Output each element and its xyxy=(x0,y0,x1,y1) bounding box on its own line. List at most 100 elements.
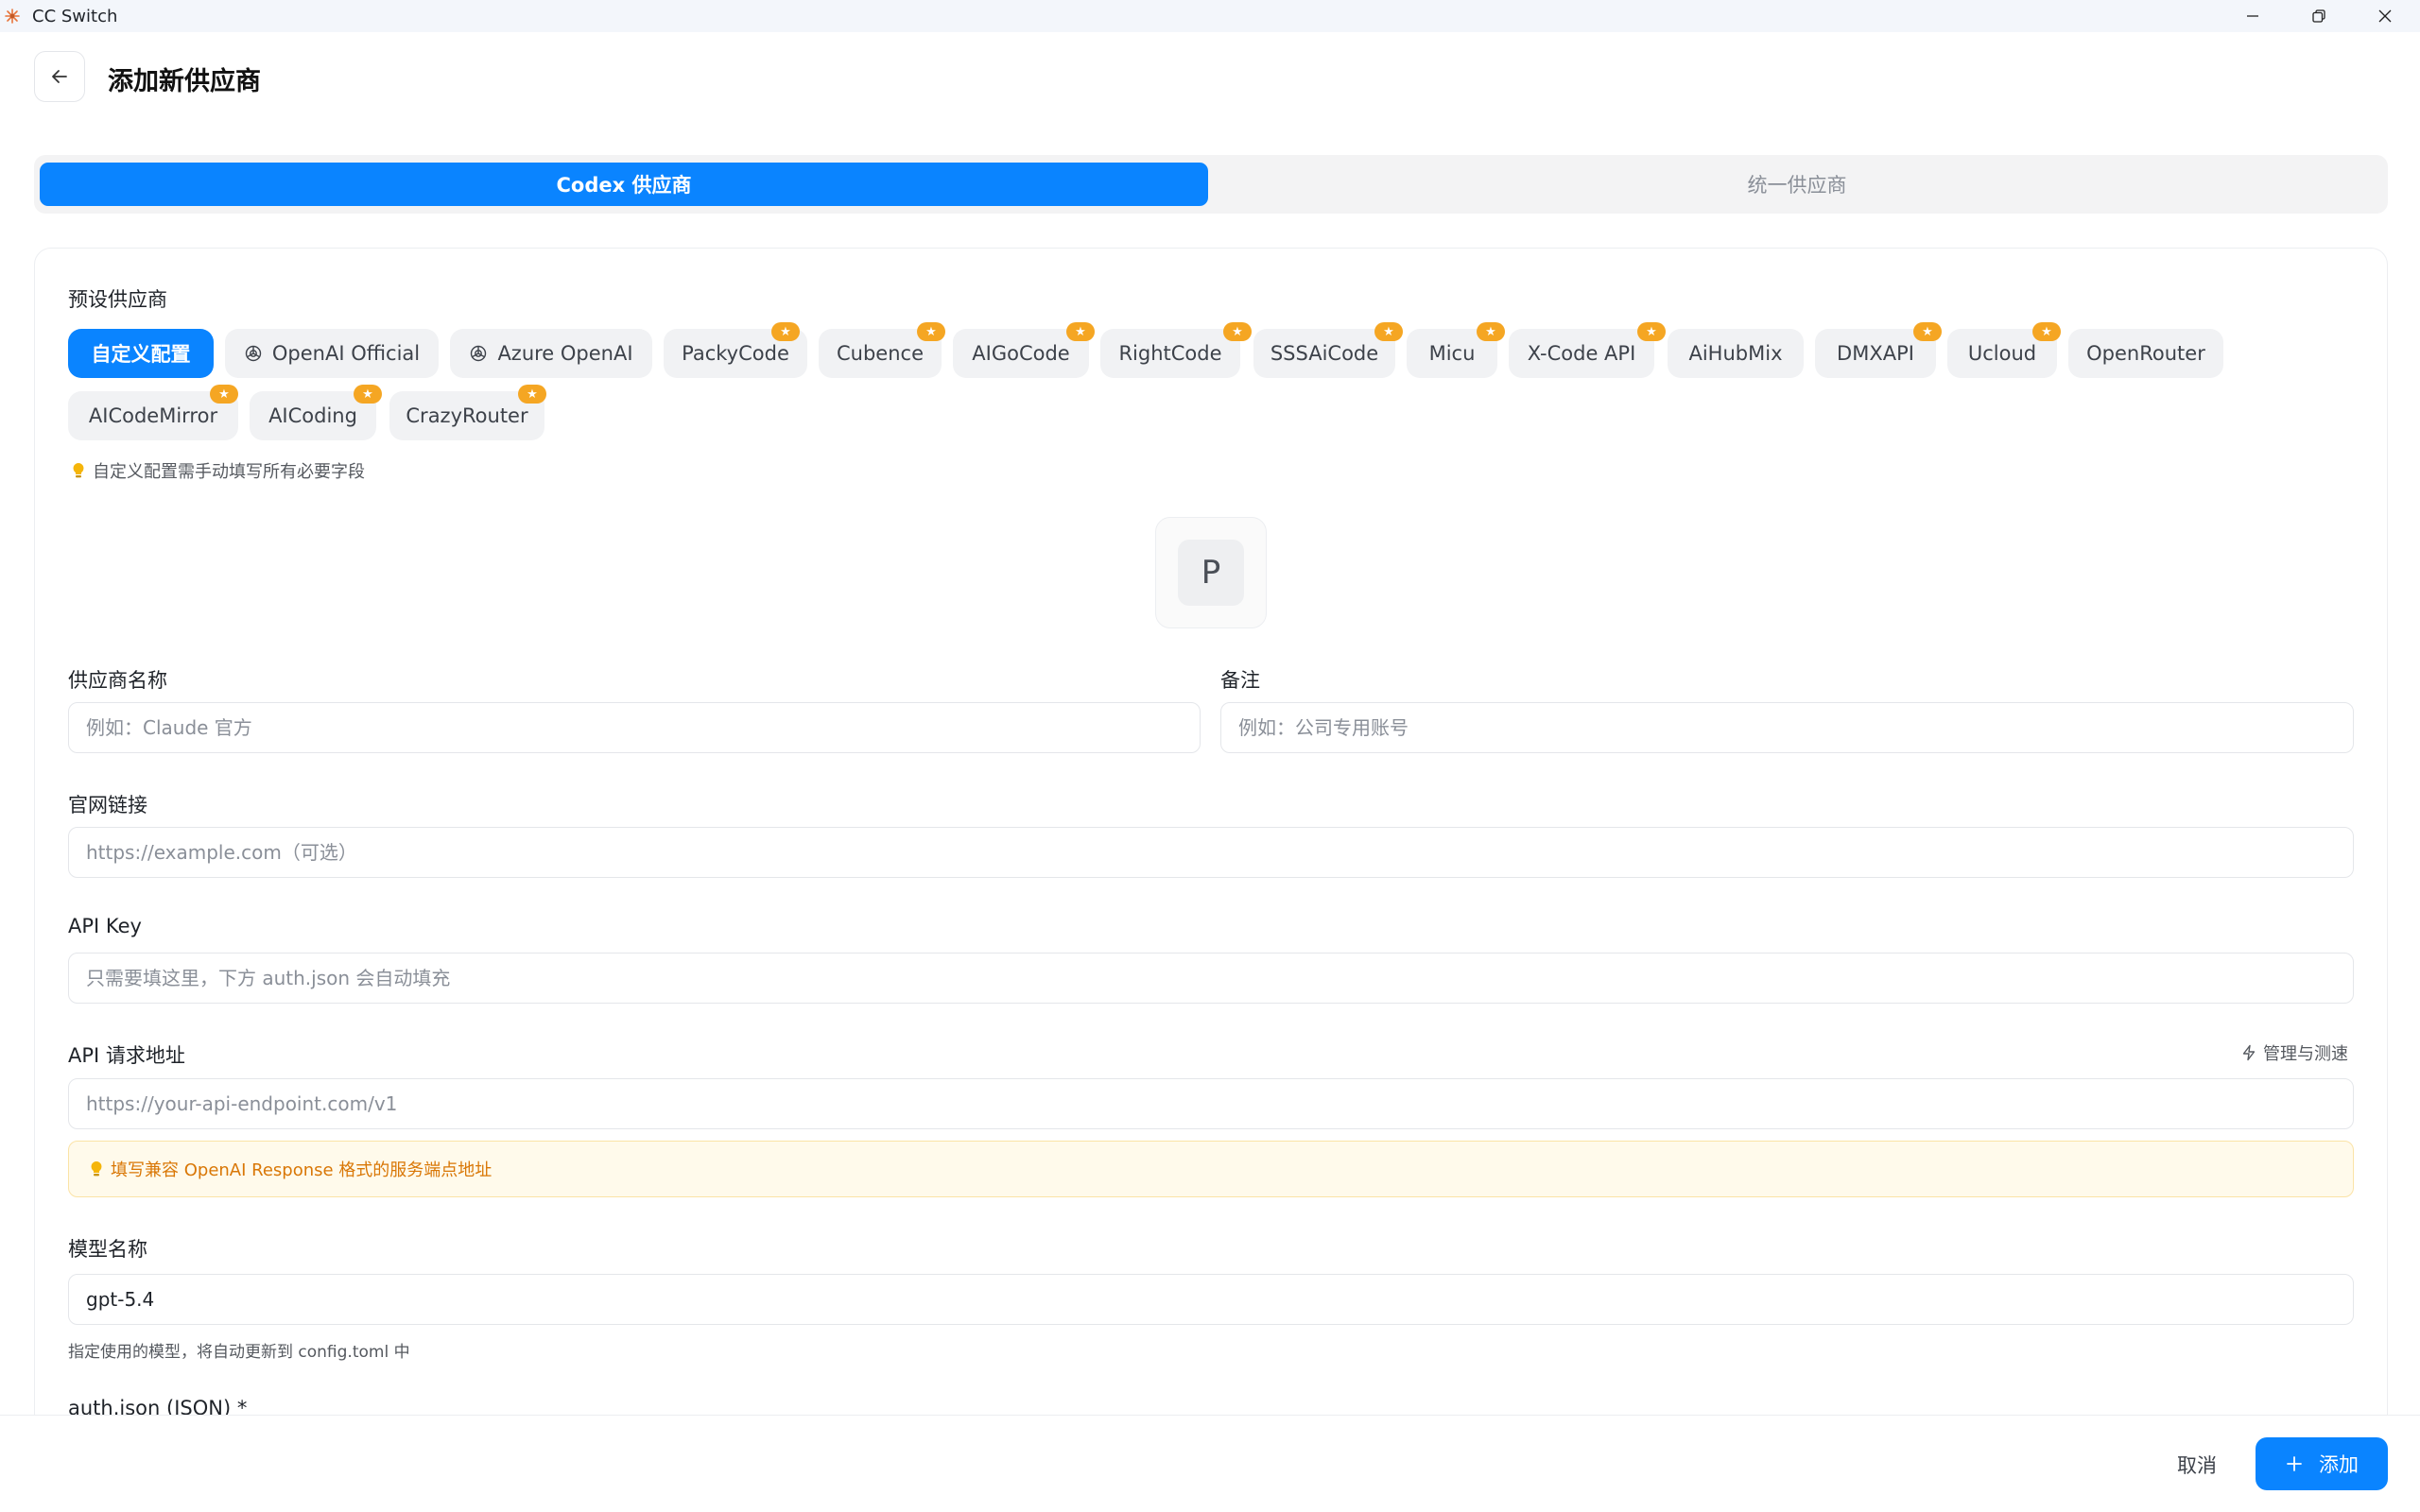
app-logo-icon xyxy=(5,9,20,24)
footer-bar xyxy=(0,1415,2420,1512)
avatar: P xyxy=(1178,540,1244,606)
star-badge: ★ xyxy=(771,322,800,341)
tab-unified-provider[interactable]: 统一供应商 xyxy=(1212,163,2382,206)
api-key-label: API Key xyxy=(68,915,142,937)
preset-chip-rightcode[interactable]: RightCode ★ xyxy=(1100,322,1252,378)
provider-icon-picker[interactable]: P xyxy=(1155,517,1267,628)
preset-chip-x-code-api[interactable]: X-Code API ★ xyxy=(1509,322,1666,378)
preset-chip-label: AIGoCode xyxy=(972,342,1070,365)
api-key-input[interactable] xyxy=(68,953,2354,1004)
endpoint-warning-text: 填写兼容 OpenAI Response 格式的服务端点地址 xyxy=(111,1160,493,1180)
preset-hint-text: 自定义配置需手动填写所有必要字段 xyxy=(93,462,365,482)
preset-chip-aicoding[interactable]: AICoding ★ xyxy=(250,385,382,440)
preset-chip-label: Micu xyxy=(1428,342,1476,365)
provider-name-input[interactable] xyxy=(68,702,1201,753)
preset-chip-label: OpenAI Official xyxy=(271,342,421,365)
endpoint-label: API 请求地址 xyxy=(68,1044,185,1067)
star-icon: ★ xyxy=(1075,324,1086,339)
title-bar: CC Switch xyxy=(0,0,2420,32)
star-icon: ★ xyxy=(925,324,937,339)
star-badge: ★ xyxy=(354,385,382,404)
star-badge: ★ xyxy=(210,385,238,404)
tab-codex-provider[interactable]: Codex 供应商 xyxy=(40,163,1208,206)
preset-chip-label: AiHubMix xyxy=(1688,342,1783,365)
preset-chip-packycode[interactable]: PackyCode ★ xyxy=(664,322,807,378)
preset-chip-label: RightCode xyxy=(1118,342,1222,365)
star-badge: ★ xyxy=(2032,322,2061,341)
lightbulb-icon xyxy=(73,463,84,478)
preset-chip-sssaicode[interactable]: SSSAiCode ★ xyxy=(1253,322,1403,378)
preset-hint: 自定义配置需手动填写所有必要字段 xyxy=(72,458,365,483)
star-badge: ★ xyxy=(518,385,546,404)
preset-chip-crazyrouter[interactable]: CrazyRouter ★ xyxy=(389,385,546,440)
preset-chip-openrouter[interactable]: OpenRouter xyxy=(2068,329,2223,378)
model-label: 模型名称 xyxy=(68,1238,147,1261)
note-label: 备注 xyxy=(1220,669,1260,692)
star-badge: ★ xyxy=(1223,322,1252,341)
preset-chip-label: 自定义配置 xyxy=(91,343,191,366)
preset-chip-label: OpenRouter xyxy=(2086,342,2205,365)
star-icon: ★ xyxy=(362,387,373,402)
arrow-left-icon xyxy=(52,70,67,83)
back-button[interactable] xyxy=(34,51,85,102)
add-button-label: 添加 xyxy=(2319,1453,2359,1476)
star-badge: ★ xyxy=(1637,322,1666,341)
star-icon: ★ xyxy=(780,324,791,339)
preset-chip-aihubmix[interactable]: AiHubMix xyxy=(1668,329,1804,378)
note-input[interactable] xyxy=(1220,702,2354,753)
preset-chip-aigocode[interactable]: AIGoCode ★ xyxy=(953,322,1095,378)
minimize-button[interactable] xyxy=(2220,0,2286,32)
preset-chip-cubence[interactable]: Cubence ★ xyxy=(819,322,945,378)
preset-chip-custom[interactable]: 自定义配置 xyxy=(68,329,214,378)
openai-icon xyxy=(471,345,487,362)
preset-chip-dmxapi[interactable]: DMXAPI ★ xyxy=(1815,322,1942,378)
avatar-letter: P xyxy=(1201,554,1221,592)
plus-icon xyxy=(2287,1456,2302,1471)
star-badge: ★ xyxy=(917,322,945,341)
window-title: CC Switch xyxy=(32,7,118,26)
openai-icon xyxy=(245,345,262,362)
lightning-icon xyxy=(2242,1044,2256,1061)
preset-chip-label: SSSAiCode xyxy=(1270,342,1379,365)
endpoint-warning: 填写兼容 OpenAI Response 格式的服务端点地址 xyxy=(68,1141,2354,1197)
website-label: 官网链接 xyxy=(68,794,147,816)
preset-chip-label: CrazyRouter xyxy=(406,404,528,427)
star-icon: ★ xyxy=(2041,324,2052,339)
close-button[interactable] xyxy=(2352,0,2418,32)
preset-chip-openai-official[interactable]: OpenAI Official xyxy=(225,329,439,378)
preset-chip-label: PackyCode xyxy=(682,342,789,365)
preset-chip-label: DMXAPI xyxy=(1837,342,1914,365)
star-badge: ★ xyxy=(1913,322,1942,341)
lightbulb-icon xyxy=(91,1161,102,1177)
preset-chip-label: X-Code API xyxy=(1527,342,1636,365)
restore-button[interactable] xyxy=(2286,0,2352,32)
manage-speedtest-button[interactable]: 管理与测速 xyxy=(2240,1040,2348,1065)
star-badge: ★ xyxy=(1477,322,1505,341)
preset-chip-azure-openai[interactable]: Azure OpenAI xyxy=(450,329,652,378)
preset-chip-ucloud[interactable]: Ucloud ★ xyxy=(1947,322,2061,378)
restore-icon xyxy=(2312,9,2325,23)
minimize-icon xyxy=(2247,15,2258,17)
star-badge: ★ xyxy=(1374,322,1403,341)
star-icon: ★ xyxy=(1232,324,1243,339)
star-badge: ★ xyxy=(1066,322,1095,341)
provider-name-label: 供应商名称 xyxy=(68,669,167,692)
preset-chip-label: Cubence xyxy=(837,342,924,365)
cancel-button[interactable]: 取消 xyxy=(2150,1440,2244,1489)
preset-chip-label: Azure OpenAI xyxy=(497,342,633,365)
star-icon: ★ xyxy=(1646,324,1657,339)
preset-chip-aicodemirror[interactable]: AICodeMirror ★ xyxy=(68,385,238,440)
model-helper-text: 指定使用的模型，将自动更新到 config.toml 中 xyxy=(68,1343,410,1362)
add-button[interactable]: 添加 xyxy=(2256,1437,2388,1490)
endpoint-input[interactable] xyxy=(68,1078,2354,1129)
model-input[interactable] xyxy=(68,1274,2354,1325)
star-icon: ★ xyxy=(1922,324,1933,339)
preset-chip-label: AICodeMirror xyxy=(88,404,218,427)
star-icon: ★ xyxy=(218,387,230,402)
star-icon: ★ xyxy=(1485,324,1496,339)
website-input[interactable] xyxy=(68,827,2354,878)
close-icon xyxy=(2378,9,2392,23)
preset-chip-label: Ucloud xyxy=(1967,342,2037,365)
preset-chip-micu[interactable]: Micu ★ xyxy=(1407,322,1505,378)
preset-chip-label: AICoding xyxy=(268,404,357,427)
